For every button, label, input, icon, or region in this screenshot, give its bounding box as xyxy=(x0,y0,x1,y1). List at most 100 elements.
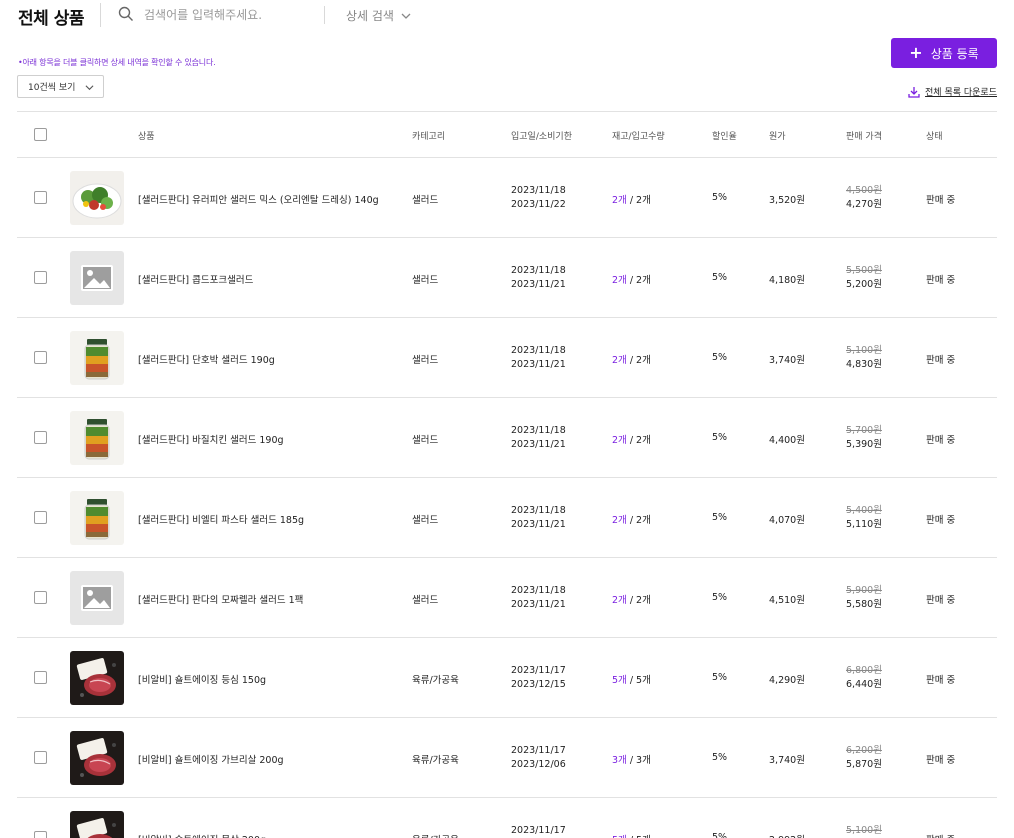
discounted-price: 5,870원 xyxy=(846,759,882,770)
sale-price: 5,100원 xyxy=(846,824,882,838)
download-icon xyxy=(908,86,920,98)
product-category: 샐러드 xyxy=(412,195,439,206)
discounted-price: 5,580원 xyxy=(846,599,882,610)
product-thumbnail xyxy=(70,491,124,545)
stock-current: 2개 xyxy=(612,195,627,206)
row-checkbox[interactable] xyxy=(34,591,47,604)
stock-quantity: / 2개 xyxy=(629,355,651,366)
in-date: 2023/11/18 xyxy=(511,425,566,436)
status-badge: 판매 중 xyxy=(926,435,956,446)
table-row[interactable]: [샐러드판다] 단호박 샐러드 190g 샐러드 2023/11/18 2023/11… xyxy=(17,318,997,398)
in-date: 2023/11/18 xyxy=(511,185,566,196)
product-dates: 2023/11/18 2023/11/21 xyxy=(511,424,566,452)
list-price: 6,800원 xyxy=(846,665,882,676)
stock-quantity: / 2개 xyxy=(629,435,651,446)
sale-price: 5,400원 5,110원 xyxy=(846,504,882,532)
original-price: 3,740원 xyxy=(769,355,805,366)
original-price: 2,992원 xyxy=(769,832,805,838)
table-row[interactable]: [샐러드판다] 바질치킨 샐러드 190g 샐러드 2023/11/18 2023/1… xyxy=(17,398,997,478)
col-discount: 할인율 xyxy=(712,132,737,142)
discount-rate: 5% xyxy=(712,672,728,683)
col-dates: 입고일/소비기한 xyxy=(511,132,572,142)
row-checkbox[interactable] xyxy=(34,271,47,284)
row-checkbox[interactable] xyxy=(34,751,47,764)
discount-rate: 5% xyxy=(712,752,728,763)
original-price: 3,520원 xyxy=(769,195,805,206)
table-row[interactable]: [샐러드판다] 콥드포크샐러드 샐러드 2023/11/18 2023/11/21 2개… xyxy=(17,238,997,318)
original-price: 4,510원 xyxy=(769,595,805,606)
product-category: 샐러드 xyxy=(412,515,439,526)
advanced-search-toggle[interactable]: 상세 검색 xyxy=(346,7,412,24)
status-badge: 판매 중 xyxy=(926,355,956,366)
row-checkbox[interactable] xyxy=(34,511,47,524)
product-table: 상품 카테고리 입고일/소비기한 재고/입고수량 할인율 원가 판매 가격 상태… xyxy=(17,111,997,838)
sale-price: 5,700원 5,390원 xyxy=(846,424,882,452)
stock-current: 2개 xyxy=(612,515,627,526)
product-stock: 2개 / 2개 xyxy=(612,592,651,606)
table-row[interactable]: [비알비] 숄트에이징 등심 150g 육류/가공육 2023/11/17 2023/… xyxy=(17,638,997,718)
stock-current: 5개 xyxy=(612,675,627,686)
sale-price: 5,500원 5,200원 xyxy=(846,264,882,292)
col-sale-price: 판매 가격 xyxy=(846,132,882,142)
select-all-checkbox[interactable] xyxy=(34,128,47,141)
search-input[interactable] xyxy=(144,5,314,25)
chevron-down-icon xyxy=(401,13,411,19)
discount-rate: 5% xyxy=(712,432,728,443)
in-date: 2023/11/17 xyxy=(511,745,566,756)
sale-price: 6,200원 5,870원 xyxy=(846,744,882,772)
table-row[interactable]: [샐러드판다] 판다의 모짜렐라 샐러드 1팩 샐러드 2023/11/18 2023… xyxy=(17,558,997,638)
product-dates: 2023/11/17 xyxy=(511,824,566,838)
discounted-price: 6,440원 xyxy=(846,679,882,690)
exp-date: 2023/12/06 xyxy=(511,759,566,770)
col-status: 상태 xyxy=(926,132,943,142)
product-category: 샐러드 xyxy=(412,355,439,366)
product-dates: 2023/11/17 2023/12/06 xyxy=(511,744,566,772)
product-name: [비알비] 숄트에이징 목살 200g xyxy=(138,832,266,838)
row-checkbox[interactable] xyxy=(34,431,47,444)
product-name: [비알비] 숄트에이징 등심 150g xyxy=(138,675,267,686)
product-stock: 2개 / 2개 xyxy=(612,352,651,366)
exp-date: 2023/11/21 xyxy=(511,439,566,450)
col-stock: 재고/입고수량 xyxy=(612,132,665,142)
stock-quantity: / 2개 xyxy=(629,515,651,526)
product-category: 샐러드 xyxy=(412,435,439,446)
product-thumbnail xyxy=(70,331,124,385)
product-thumbnail xyxy=(70,811,124,838)
product-category: 육류/가공육 xyxy=(412,755,459,766)
chevron-down-icon xyxy=(85,85,94,91)
table-row[interactable]: [샐러드판다] 비엘티 파스타 샐러드 185g 샐러드 2023/11/18 202… xyxy=(17,478,997,558)
col-product: 상품 xyxy=(138,132,155,142)
search-icon[interactable] xyxy=(118,6,134,22)
product-thumbnail xyxy=(70,651,124,705)
product-stock: 2개 / 2개 xyxy=(612,432,651,446)
add-product-button[interactable]: + 상품 등록 xyxy=(891,38,997,68)
row-checkbox[interactable] xyxy=(34,351,47,364)
list-price: 5,500원 xyxy=(846,265,882,276)
product-stock: 2개 / 2개 xyxy=(612,272,651,286)
row-checkbox[interactable] xyxy=(34,831,47,838)
product-thumbnail xyxy=(70,731,124,785)
discounted-price: 5,390원 xyxy=(846,439,882,450)
exp-date: 2023/11/21 xyxy=(511,519,566,530)
status-badge: 판매 중 xyxy=(926,515,956,526)
table-row[interactable]: [비알비] 숄트에이징 목살 200g 육류/가공육 2023/11/17 5개 / … xyxy=(17,798,997,838)
discounted-price: 5,110원 xyxy=(846,519,882,530)
list-price: 6,200원 xyxy=(846,745,882,756)
in-date: 2023/11/18 xyxy=(511,265,566,276)
row-checkbox[interactable] xyxy=(34,671,47,684)
divider xyxy=(100,3,101,27)
per-page-select[interactable]: 10건씩 보기 xyxy=(17,75,104,98)
download-all-link[interactable]: 전체 목록 다운로드 xyxy=(908,85,997,98)
in-date: 2023/11/17 xyxy=(511,665,566,676)
row-checkbox[interactable] xyxy=(34,191,47,204)
stock-quantity: / 2개 xyxy=(629,595,651,606)
stock-current: 2개 xyxy=(612,355,627,366)
list-price: 4,500원 xyxy=(846,185,882,196)
product-stock: 2개 / 2개 xyxy=(612,192,651,206)
table-row[interactable]: [샐러드판다] 유러피안 샐러드 믹스 (오리엔탈 드레싱) 140g 샐러드 20… xyxy=(17,158,997,238)
exp-date: 2023/12/15 xyxy=(511,679,566,690)
table-header: 상품 카테고리 입고일/소비기한 재고/입고수량 할인율 원가 판매 가격 상태 xyxy=(17,112,997,158)
product-name: [샐러드판다] 유러피안 샐러드 믹스 (오리엔탈 드레싱) 140g xyxy=(138,195,379,206)
table-row[interactable]: [비알비] 숄트에이징 가브리살 200g 육류/가공육 2023/11/17 202… xyxy=(17,718,997,798)
original-price: 4,290원 xyxy=(769,675,805,686)
